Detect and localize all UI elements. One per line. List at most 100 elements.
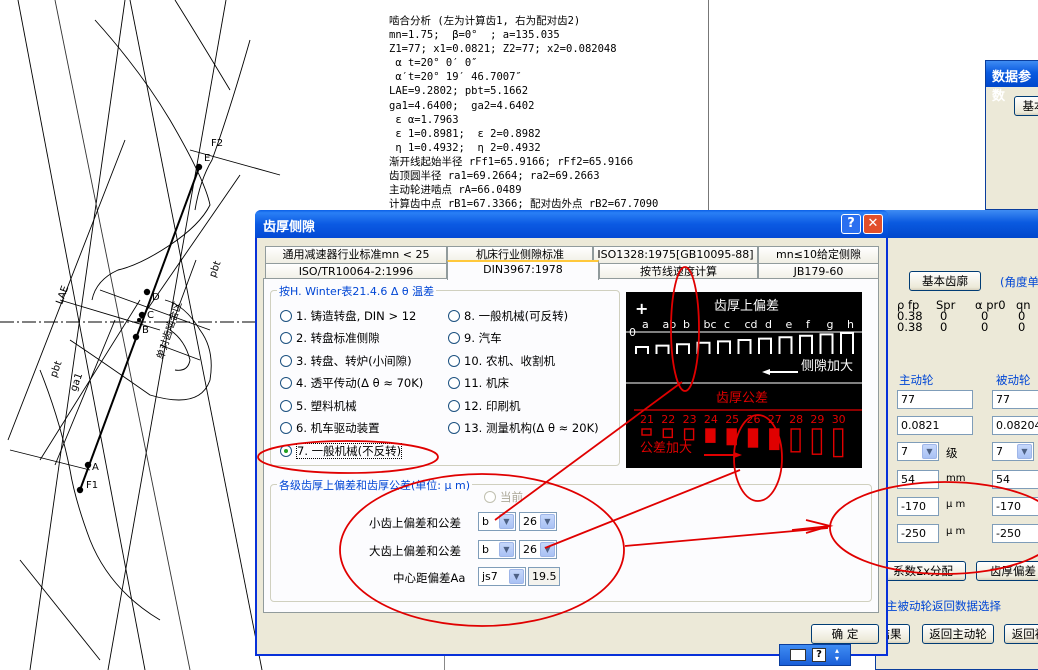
option-2[interactable]: 2. 转盘标准侧隙	[280, 331, 380, 345]
point-label-e: E	[204, 153, 210, 164]
option-11[interactable]: 11. 机床	[448, 376, 509, 390]
deviation-letter: c	[724, 318, 730, 331]
analysis-line: LAE=9.2802; pbt=5.1662	[389, 85, 529, 98]
driven-lower-dev-field[interactable]: -250	[992, 524, 1038, 543]
deviation-slot	[799, 334, 813, 354]
chevron-down-icon: ▼	[540, 542, 555, 557]
option-5[interactable]: 5. 塑料机械	[280, 399, 357, 413]
help-button[interactable]: ?	[841, 214, 861, 234]
center-dist-label: 中心距偏差Aa	[393, 571, 466, 585]
angle-unit-note: (角度单	[1000, 275, 1038, 289]
chevron-down-icon: ▼	[922, 444, 937, 459]
row2-rho: 0.38	[897, 320, 923, 334]
deviation-slots	[635, 332, 854, 354]
point-label-f1: F1	[86, 480, 98, 491]
radio-icon	[280, 400, 292, 412]
driving-width-field[interactable]: 54	[897, 470, 939, 489]
analysis-line: α t=20° 0′ 0″	[389, 57, 478, 70]
input-toolbar[interactable]: ? ▴ ▾	[779, 644, 851, 666]
radio-icon	[448, 355, 460, 367]
tab-iso1328[interactable]: ISO1328:1975[GB10095-88]	[593, 246, 758, 263]
point-label-d: D	[152, 292, 160, 303]
option-3[interactable]: 3. 转盘、转炉(小间隙)	[280, 354, 412, 368]
large-dev-select[interactable]: b ▼	[478, 540, 516, 559]
point-label-a: A	[92, 462, 99, 473]
page-divider	[708, 0, 709, 212]
sigma-x-button[interactable]: 系数Σx分配	[880, 561, 966, 581]
driven-grade-select[interactable]: 7 ▼	[992, 442, 1034, 461]
deviation-letter: d	[765, 318, 772, 331]
option-7-label: 7. 一般机械(不反转)	[296, 443, 403, 459]
chevron-down-icon: ▼	[499, 542, 514, 557]
grade-bar	[747, 428, 759, 448]
small-dev-select[interactable]: b ▼	[478, 512, 516, 531]
grip-icon[interactable]: ▴ ▾	[835, 647, 839, 663]
ok-button[interactable]: 确 定	[811, 624, 879, 644]
data-param-window: 数据参数 基本	[985, 60, 1038, 210]
radio-icon	[448, 377, 460, 389]
option-13[interactable]: 13. 测量机构(Δ θ ≈ 20K)	[448, 421, 599, 435]
driving-upper-dev-field[interactable]: -170	[897, 497, 939, 516]
option-6[interactable]: 6. 机车驱动装置	[280, 421, 380, 435]
option-10[interactable]: 10. 农机、收割机	[448, 354, 555, 368]
return-driven-button[interactable]: 返回被	[1004, 624, 1038, 644]
radio-selected-icon	[280, 445, 292, 457]
analysis-line: 主动轮进啮点 rA=66.0489	[389, 184, 522, 197]
dim-label-pbt-right: pbt	[207, 260, 223, 279]
deviation-slot	[758, 337, 772, 354]
chevron-down-icon: ▼	[540, 514, 555, 529]
option-4[interactable]: 4. 透平传动(Δ θ ≈ 70K)	[280, 376, 423, 390]
current-label: 当前	[500, 490, 523, 504]
driven-upper-dev-field[interactable]: -170	[992, 497, 1038, 516]
thickness-dev-button[interactable]: 齿厚偏差	[976, 561, 1038, 581]
chevron-down-icon: ▼	[1017, 444, 1032, 459]
driving-shift-field[interactable]: 0.0821	[897, 416, 973, 435]
winter-group-title: 按H. Winter表21.4.6 Δ θ 温差	[277, 283, 437, 299]
grade-bar	[726, 428, 737, 446]
deviation-slot	[778, 336, 793, 354]
tab-din3967[interactable]: DIN3967:1978	[447, 260, 599, 280]
driving-lower-dev-field[interactable]: -250	[897, 524, 939, 543]
analysis-line: ε 1=0.8981; ε 2=0.8982	[389, 127, 541, 140]
keyboard-icon[interactable]	[790, 649, 806, 661]
current-option[interactable]: 当前	[484, 490, 523, 504]
driving-grade-select[interactable]: 7 ▼	[897, 442, 939, 461]
large-tol-select[interactable]: 26 ▼	[519, 540, 557, 559]
basic-profile-button[interactable]: 基本齿廓	[909, 271, 981, 291]
basic-button[interactable]: 基本	[1014, 96, 1038, 116]
tab-given-backlash[interactable]: mn≤10给定侧隙	[758, 246, 879, 263]
return-driving-button[interactable]: 返回主动轮	[922, 624, 994, 644]
grade-bar	[662, 428, 673, 439]
grade-bar	[811, 428, 823, 455]
option-12[interactable]: 12. 印刷机	[448, 399, 520, 413]
grade-label: 24	[704, 413, 718, 426]
help-icon[interactable]: ?	[812, 648, 826, 662]
driving-teeth-field[interactable]: 77	[897, 390, 973, 409]
center-fit-select[interactable]: js7 ▼	[478, 567, 526, 586]
chevron-down-icon: ▼	[499, 514, 514, 529]
lower-dev-unit: μ m	[946, 526, 966, 537]
driven-teeth-field[interactable]: 77	[992, 390, 1038, 409]
deviation-letter: b	[683, 318, 690, 331]
radio-icon	[448, 332, 460, 344]
option-8[interactable]: 8. 一般机械(可反转)	[448, 309, 568, 323]
deviation-letter: a	[642, 318, 649, 331]
deviation-slot	[655, 344, 670, 354]
tab-general-reducer[interactable]: 通用减速器行业标准mn < 25	[265, 246, 447, 263]
option-1[interactable]: 1. 铸造转盘, DIN > 12	[280, 309, 416, 323]
option-7[interactable]: 7. 一般机械(不反转)	[280, 443, 403, 459]
small-tol-select[interactable]: 26 ▼	[519, 512, 557, 531]
point-label-c: C	[147, 310, 154, 321]
deviation-slot	[737, 339, 752, 354]
arrow-head-icon	[762, 369, 770, 375]
option-9[interactable]: 9. 汽车	[448, 331, 502, 345]
grade-bar	[769, 428, 780, 451]
radio-icon	[484, 491, 496, 503]
deviation-letter: g	[827, 318, 834, 331]
option-10-label: 10. 农机、收割机	[464, 354, 555, 368]
driven-width-field[interactable]: 54	[992, 470, 1038, 489]
analysis-line: 啮合分析 (左为计算齿1, 右为配对齿2)	[389, 15, 581, 27]
driven-shift-field[interactable]: 0.082048	[992, 416, 1038, 435]
close-button[interactable]: ✕	[863, 214, 883, 234]
option-5-label: 5. 塑料机械	[296, 399, 357, 413]
